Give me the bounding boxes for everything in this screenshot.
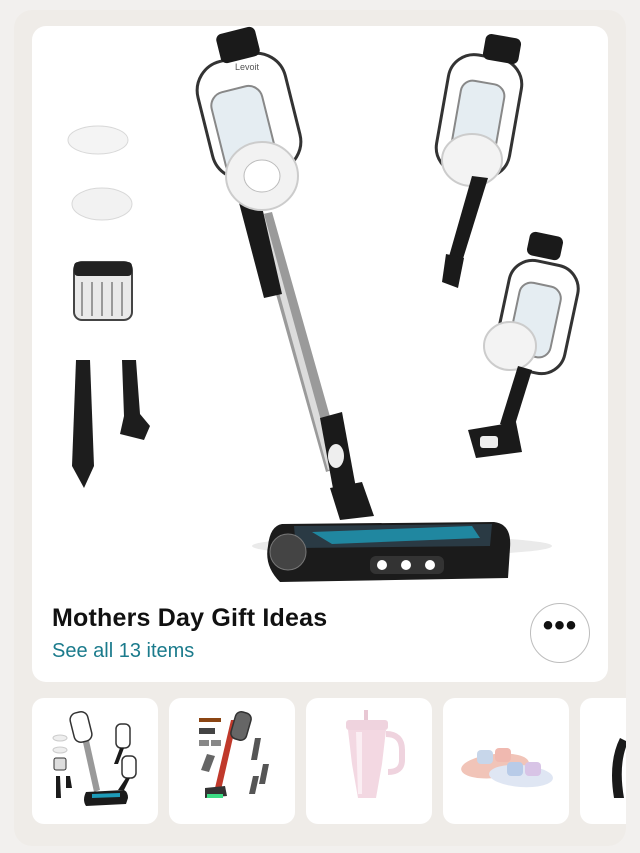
thumbnail-row[interactable] — [32, 698, 626, 826]
thumbnail-item[interactable] — [580, 698, 626, 824]
brush-tool — [120, 360, 150, 440]
hero-product-image: Levoit — [67, 26, 580, 582]
vacuum-thumbnail-image — [52, 711, 137, 806]
thumbnail-item[interactable] — [443, 698, 569, 824]
ellipsis-icon: ••• — [542, 609, 578, 642]
brand-logo: Levoit — [235, 62, 260, 72]
hero-product-card[interactable]: Levoit Mothers Day Gift Ideas See all 13… — [32, 26, 608, 682]
see-all-link[interactable]: See all 13 items — [52, 640, 194, 663]
partial-thumbnail-image — [612, 738, 626, 798]
thumbnail-item[interactable] — [169, 698, 295, 824]
thumbnail-item[interactable] — [306, 698, 432, 824]
pad-accessory-1 — [67, 125, 129, 155]
thumbnail-item[interactable] — [32, 698, 158, 824]
carousel-title: Mothers Day Gift Ideas — [52, 604, 328, 632]
more-options-button[interactable]: ••• — [530, 603, 590, 663]
pad-accessory-2 — [71, 187, 133, 221]
red-vacuum-thumbnail-image — [199, 711, 269, 798]
crevice-tool — [72, 360, 94, 488]
sandals-thumbnail-image — [461, 748, 553, 788]
tumbler-thumbnail-image — [346, 710, 405, 798]
